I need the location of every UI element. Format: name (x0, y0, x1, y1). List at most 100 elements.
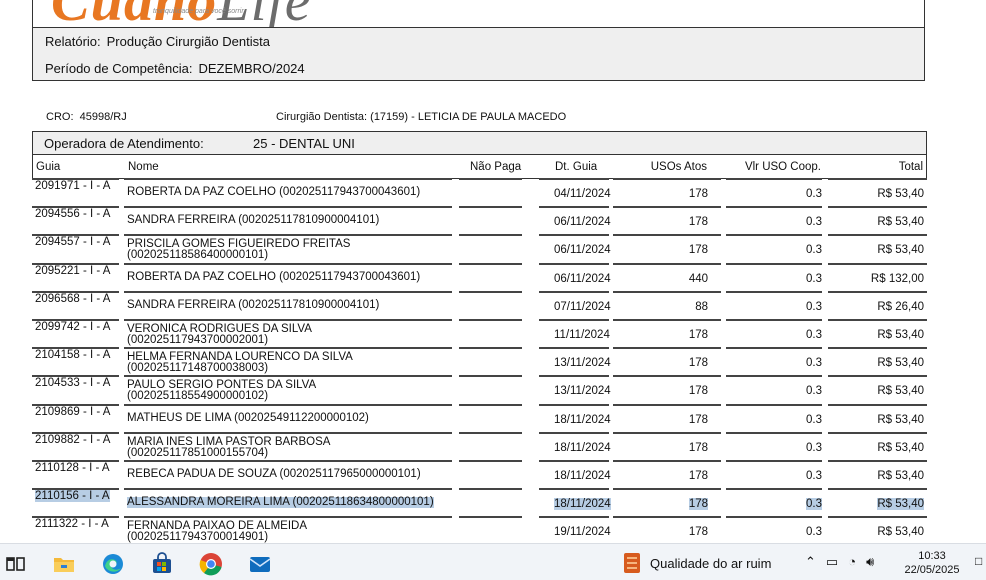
cell-usos-atos: 178 (688, 441, 708, 454)
cell-dt-guia: 07/11/2024 (554, 300, 611, 313)
cell-nome: ROBERTA DA PAZ COELHO (00202511794370004… (127, 271, 420, 283)
cell-dt-guia: 11/11/2024 (554, 328, 610, 341)
cell-usos-atos: 178 (688, 188, 708, 200)
row-separator (32, 262, 927, 265)
header-usos-atos: USOs Atos (650, 161, 707, 173)
row-separator (32, 375, 927, 378)
row-separator (32, 234, 927, 237)
cell-usos-atos: 178 (688, 498, 708, 511)
chevron-up-icon[interactable]: ⌃ (805, 554, 816, 570)
cell-usos-atos: 178 (688, 385, 708, 398)
cell-vlr-uso: 0.3 (806, 216, 822, 229)
cell-dt-guia: 06/11/2024 (554, 244, 611, 257)
table-row: 2110128 - I - A REBECA PADUA DE SOUZA (00… (32, 459, 927, 489)
row-separator (32, 488, 927, 491)
cell-dt-guia: 18/11/2024 (554, 413, 611, 426)
table-header: Guia Nome Não Paga Dt. Guia USOs Atos Vl… (32, 155, 927, 179)
cell-usos-atos: 178 (688, 216, 708, 229)
clock-date: 22/05/2025 (904, 564, 960, 576)
cell-vlr-uso: 0.3 (806, 357, 822, 370)
logo-tagline: tranquilidade para você sorrir (153, 8, 244, 15)
taskbar-clock[interactable]: 10:33 22/05/2025 (898, 549, 966, 577)
store-icon[interactable] (150, 552, 174, 576)
operator-box: Operadora de Atendimento: 25 - DENTAL UN… (32, 131, 927, 155)
cell-nome: SANDRA FERREIRA (002025117810900004101) (127, 299, 379, 311)
table-row: 2109869 - I - A MATHEUS DE LIMA (00202549… (32, 403, 927, 433)
task-view-icon[interactable] (4, 552, 28, 576)
edge-icon[interactable] (101, 552, 125, 576)
cell-usos-atos: 178 (688, 526, 708, 539)
cell-vlr-uso: 0.3 (806, 385, 822, 398)
cell-total: R$ 53,40 (877, 244, 924, 257)
table-row: 2109882 - I - A MARIA INES LIMA PASTOR BA… (32, 431, 927, 461)
cell-nome: PRISCILA GOMES FIGUEIREDO FREITAS (002025… (127, 239, 350, 262)
cell-vlr-uso: 0.3 (806, 413, 822, 426)
nome-line-2: (002025118586400000101) (127, 249, 269, 262)
cell-vlr-uso: 0.3 (806, 300, 822, 313)
battery-icon[interactable]: ▭ (826, 554, 838, 570)
report-value: Produção Cirurgião Dentista (106, 34, 270, 49)
table-row: 2094556 - I - A SANDRA FERREIRA (00202511… (32, 206, 927, 235)
cell-vlr-uso: 0.3 (806, 441, 822, 454)
cell-nome: PAULO SERGIO PONTES DA SILVA (00202511855… (127, 380, 316, 403)
row-separator (32, 516, 927, 519)
header-nao-paga: Não Paga (470, 161, 522, 173)
cell-guia: 2104533 - I - A (35, 377, 111, 390)
row-separator (32, 403, 927, 406)
weather-text: Qualidade do ar ruim (650, 555, 772, 571)
file-explorer-icon[interactable] (52, 552, 76, 576)
cell-total: R$ 53,40 (877, 328, 924, 341)
header-nome: Nome (128, 161, 159, 173)
report-info-box: Relatório: Produção Cirurgião Dentista Pe… (32, 27, 925, 81)
cell-dt-guia: 04/11/2024 (554, 188, 611, 200)
cell-usos-atos: 178 (688, 469, 708, 482)
cell-nome: MATHEUS DE LIMA (00202549112200000102) (127, 412, 369, 424)
cell-nome: MARIA INES LIMA PASTOR BARBOSA (002025117… (127, 436, 330, 459)
cell-dt-guia: 18/11/2024 (554, 469, 611, 482)
wifi-icon[interactable]: ◔ (848, 554, 856, 570)
air-quality-icon (624, 553, 640, 573)
table-row: 2091971 - I - A ROBERTA DA PAZ COELHO (00… (32, 178, 927, 207)
cell-total: R$ 53,40 (877, 469, 924, 482)
cell-total: R$ 53,40 (877, 385, 924, 398)
system-tray: ⌃ ▭ ◔ 🔊︎ (805, 554, 874, 570)
weather-widget[interactable]: Qualidade do ar ruim (622, 551, 771, 575)
production-table: Guia Nome Não Paga Dt. Guia USOs Atos Vl… (32, 155, 927, 543)
cell-vlr-uso: 0.3 (806, 498, 822, 511)
cro-label: CRO: (46, 111, 74, 123)
cell-nome: ROBERTA DA PAZ COELHO (00202511794370004… (127, 186, 420, 198)
cell-guia: 2094557 - I - A (35, 236, 111, 249)
row-separator (32, 318, 927, 321)
cell-guia: 2095221 - I - A (35, 264, 111, 277)
cell-dt-guia: 13/11/2024 (554, 385, 611, 398)
nome-line-2: (002025117943700002001) (127, 333, 269, 346)
cell-usos-atos: 178 (688, 357, 708, 370)
row-separator (32, 178, 927, 180)
cell-vlr-uso: 0.3 (806, 526, 822, 539)
cell-usos-atos: 178 (688, 244, 708, 257)
table-row: 2104533 - I - A PAULO SERGIO PONTES DA SI… (32, 375, 927, 404)
notification-icon[interactable]: □ (975, 554, 986, 570)
mail-icon[interactable] (248, 552, 272, 576)
volume-icon[interactable]: 🔊︎ (866, 554, 874, 570)
table-row: 2104158 - I - A HELMA FERNANDA LOURENCO D… (32, 347, 927, 376)
cell-total: R$ 53,40 (877, 441, 924, 454)
nome-line-2: (002025118554900000102) (127, 390, 269, 403)
cell-total: R$ 53,40 (877, 498, 924, 511)
cell-total: R$ 53,40 (877, 413, 924, 426)
cell-total: R$ 26,40 (877, 300, 924, 313)
operator-label: Operadora de Atendimento: (44, 136, 204, 151)
cro-value: 45998/RJ (79, 111, 127, 123)
cell-usos-atos: 440 (688, 272, 708, 285)
period-label: Período de Competência: (45, 61, 193, 76)
chrome-icon[interactable] (199, 552, 223, 576)
cell-vlr-uso: 0.3 (806, 328, 822, 341)
cell-dt-guia: 13/11/2024 (554, 357, 611, 370)
cell-usos-atos: 178 (688, 413, 708, 426)
document-viewer[interactable]: CuanoLife tranquilidade para você sorrir… (0, 0, 986, 543)
nome-line-1: SANDRA FERREIRA (002025117810900004101) (127, 214, 380, 227)
cell-guia: 2104158 - I - A (35, 349, 111, 362)
header-vlr-uso: Vlr USO Coop. (744, 161, 821, 173)
row-separator (32, 290, 927, 293)
cell-nome: VERONICA RODRIGUES DA SILVA (002025117943… (127, 323, 312, 346)
